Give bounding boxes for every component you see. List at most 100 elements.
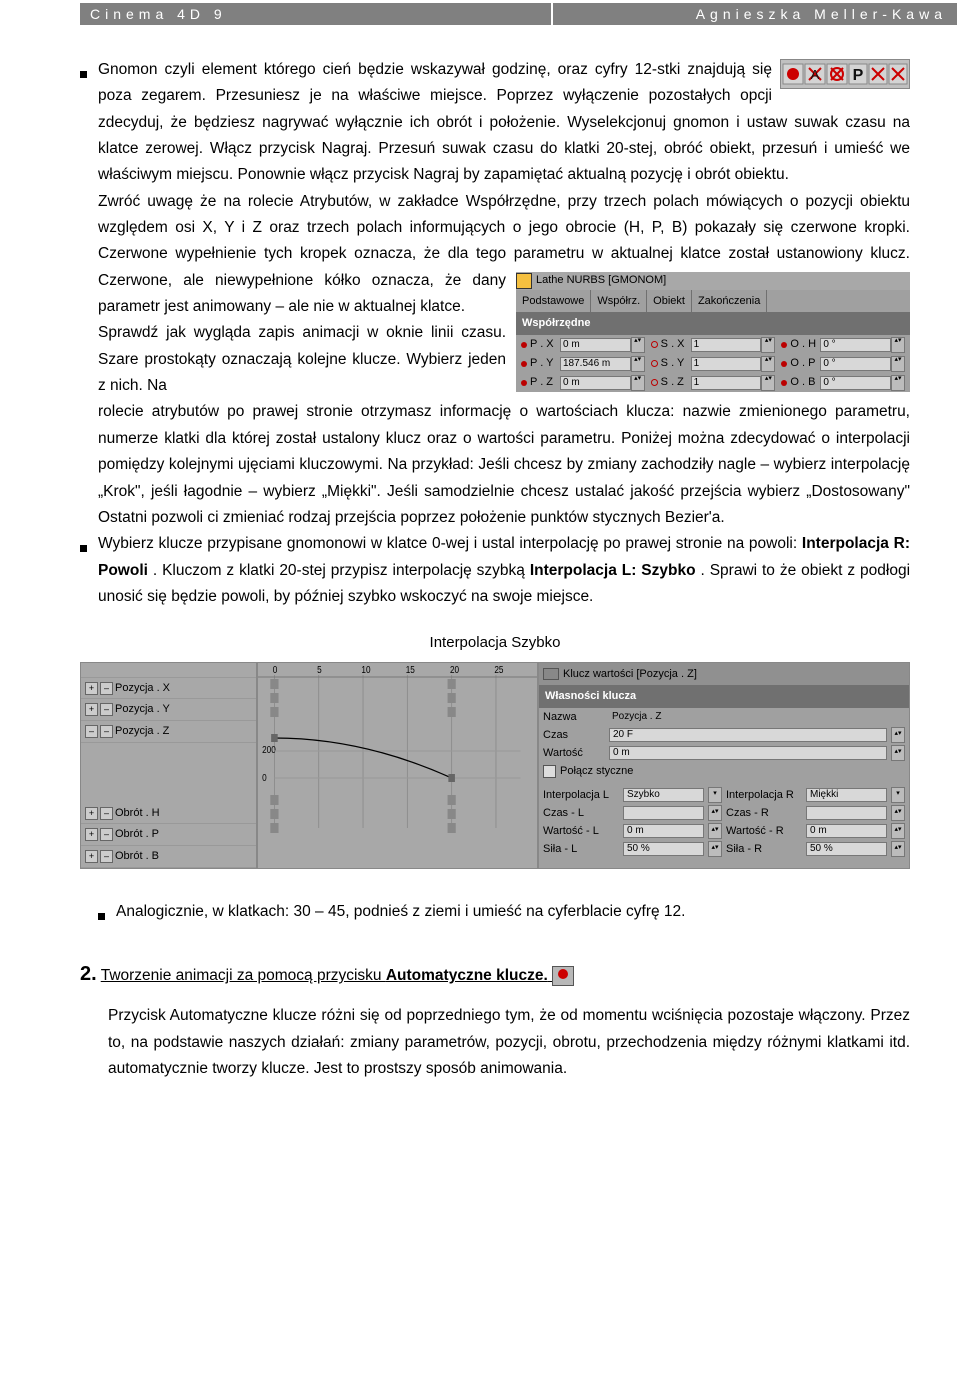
lbl-sx: S . X: [661, 335, 691, 354]
key-dot-filled: [521, 380, 527, 386]
svg-text:15: 15: [406, 664, 415, 675]
track-item[interactable]: +–Obrót . B: [81, 846, 256, 868]
spinner[interactable]: ▴▾: [631, 375, 645, 391]
val-sz[interactable]: 1: [691, 376, 762, 390]
spinner[interactable]: ▴▾: [761, 375, 775, 391]
spinner[interactable]: ▴▾: [891, 337, 905, 353]
key-dot-filled: [521, 342, 527, 348]
val-oh[interactable]: 0 °: [820, 338, 891, 352]
lbl-sz: S . Z: [661, 373, 691, 392]
val-sx[interactable]: 1: [691, 338, 762, 352]
spinner[interactable]: ▴▾: [891, 375, 905, 391]
val-pz[interactable]: 0 m: [560, 376, 631, 390]
kp-cl-value[interactable]: [623, 806, 704, 820]
kp-cr-label: Czas - R: [726, 804, 802, 823]
kp-wr-label: Wartość - R: [726, 822, 802, 841]
spinner[interactable]: ▴▾: [891, 805, 905, 821]
track-item[interactable]: +–Pozycja . X: [81, 678, 256, 700]
lbl-op: O . P: [790, 354, 820, 373]
kp-wl-value[interactable]: 0 m: [623, 824, 704, 838]
kp-name-value: Pozycja . Z: [609, 711, 905, 723]
kp-time-label: Czas: [543, 726, 605, 745]
spinner[interactable]: ▴▾: [891, 823, 905, 839]
lbl-oh: O . H: [790, 335, 820, 354]
svg-text:200: 200: [262, 744, 276, 755]
spinner[interactable]: ▴▾: [631, 337, 645, 353]
timeline-figure: +–Pozycja . X +–Pozycja . Y ––Pozycja . …: [80, 662, 910, 869]
val-ob[interactable]: 0 °: [820, 376, 891, 390]
spinner[interactable]: ▴▾: [708, 805, 722, 821]
spinner[interactable]: ▴▾: [761, 356, 775, 372]
val-px[interactable]: 0 m: [560, 338, 631, 352]
lbl-ob: O . B: [790, 373, 820, 392]
kp-sr-value[interactable]: 50 %: [806, 842, 887, 856]
track-item[interactable]: +–Pozycja . Y: [81, 699, 256, 721]
lbl-pz: P . Z: [530, 373, 560, 392]
coord-row-y: P . Y 187.546 m ▴▾ S . Y 1 ▴▾ O . P 0 ° …: [516, 354, 910, 373]
para1-text3b: Sprawdź jak wygląda zapis animacji w okn…: [98, 324, 506, 394]
svg-text:20: 20: [450, 664, 459, 675]
tab-podstawowe[interactable]: Podstawowe: [516, 290, 591, 313]
kp-sl-value[interactable]: 50 %: [623, 842, 704, 856]
header-right: Agnieszka Meller-Kawa: [553, 3, 957, 25]
spinner[interactable]: ▴▾: [708, 841, 722, 857]
kp-val-value[interactable]: 0 m: [609, 746, 887, 760]
svg-text:10: 10: [361, 664, 370, 675]
key-dot-filled: [521, 361, 527, 367]
section-number: 2.: [80, 963, 97, 985]
attrpanel-title: Lathe NURBS [GMONOM]: [536, 271, 666, 290]
para2-b2: Interpolacja L: Szybko: [530, 562, 696, 579]
kp-section: Własności klucza: [539, 685, 909, 708]
spinner[interactable]: ▴▾: [891, 356, 905, 372]
para1-text4: rolecie atrybutów po prawej stronie otrz…: [98, 403, 910, 525]
spinner[interactable]: ▴▾: [891, 745, 905, 761]
autokey-icon: [552, 966, 574, 986]
kp-wl-label: Wartość - L: [543, 822, 619, 841]
svg-text:P: P: [853, 67, 864, 84]
spinner[interactable]: ▴▾: [891, 727, 905, 743]
timeline-curve-area[interactable]: 0510 152025 200 0: [257, 662, 538, 869]
dropdown-icon[interactable]: ▾: [708, 787, 722, 803]
key-dot-filled: [781, 361, 787, 367]
para2-t1: Wybierz klucze przypisane gnomonowi w kl…: [98, 535, 802, 552]
tab-obiekt[interactable]: Obiekt: [647, 290, 692, 313]
track-item[interactable]: ––Pozycja . Z: [81, 721, 256, 743]
bullet-icon: [80, 57, 98, 87]
track-item[interactable]: +–Obrót . P: [81, 824, 256, 846]
svg-text:5: 5: [317, 664, 322, 675]
spinner[interactable]: ▴▾: [631, 356, 645, 372]
kp-ir-label: Interpolacja R: [726, 786, 802, 805]
kp-time-value[interactable]: 20 F: [609, 728, 887, 742]
val-py[interactable]: 187.546 m: [560, 357, 631, 371]
track-item[interactable]: +–Obrót . H: [81, 803, 256, 825]
section2-body: Przycisk Automatyczne klucze różni się o…: [108, 1003, 910, 1082]
tab-zakonczenia[interactable]: Zakończenia: [692, 290, 767, 313]
spinner[interactable]: ▴▾: [891, 841, 905, 857]
kp-ir-value[interactable]: Miękki: [806, 788, 887, 802]
kp-sl-label: Siła - L: [543, 840, 619, 859]
key-dot-filled: [781, 380, 787, 386]
tab-wspolrz[interactable]: Współrz.: [591, 290, 647, 313]
key-icon: [543, 668, 559, 680]
lathe-icon: [516, 273, 532, 289]
coord-row-z: P . Z 0 m ▴▾ S . Z 1 ▴▾ O . B 0 ° ▴▾: [516, 373, 910, 392]
dropdown-icon[interactable]: ▾: [891, 787, 905, 803]
kp-name-label: Nazwa: [543, 708, 605, 727]
spinner[interactable]: ▴▾: [761, 337, 775, 353]
annotation-label: Interpolacja Szybko: [80, 630, 910, 656]
lbl-sy: S . Y: [661, 354, 691, 373]
para1-text2: Zwróć uwagę że na rolecie Atrybutów, w z…: [98, 193, 910, 263]
checkbox[interactable]: [543, 765, 556, 778]
kp-cr-value[interactable]: [806, 806, 887, 820]
attrpanel-section: Współrzędne: [516, 312, 910, 335]
kp-wr-value[interactable]: 0 m: [806, 824, 887, 838]
val-sy[interactable]: 1: [691, 357, 762, 371]
lbl-py: P . Y: [530, 354, 560, 373]
section2-title: Tworzenie animacji za pomocą przycisku A…: [101, 967, 552, 984]
val-op[interactable]: 0 °: [820, 357, 891, 371]
para2-t2: . Kluczom z klatki 20-stej przypisz inte…: [153, 562, 530, 579]
kp-il-value[interactable]: Szybko: [623, 788, 704, 802]
para1-text3a: Czerwone, ale niewypełnione kółko oznacz…: [98, 272, 506, 315]
spinner[interactable]: ▴▾: [708, 823, 722, 839]
bullet-icon: [98, 899, 116, 929]
